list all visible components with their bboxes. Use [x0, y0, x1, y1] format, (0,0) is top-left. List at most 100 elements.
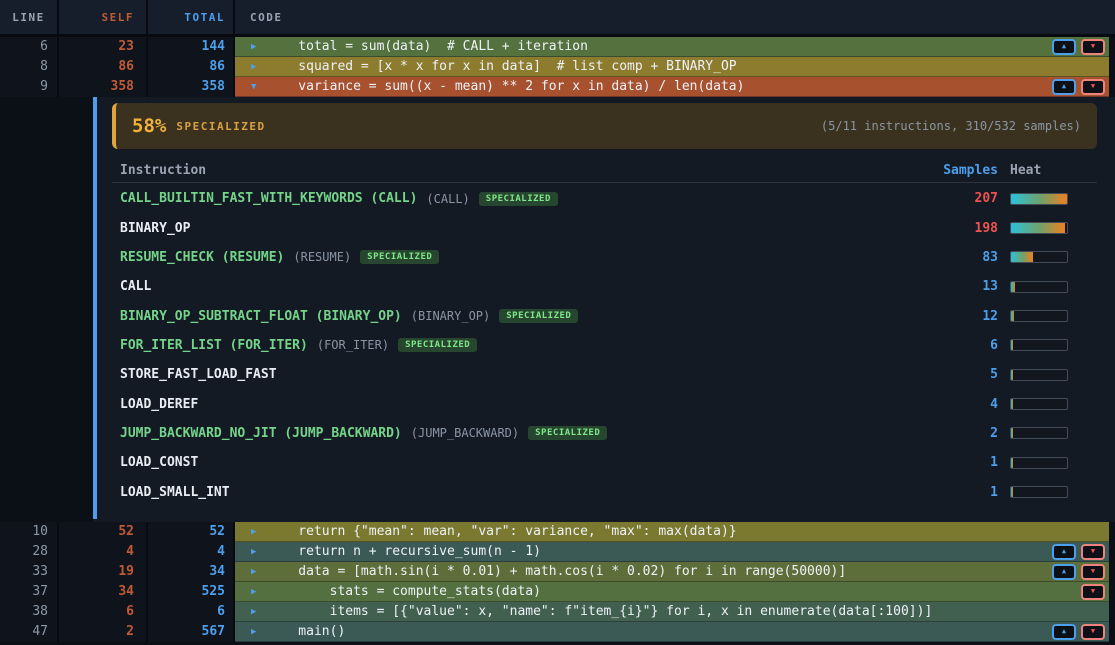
code-row[interactable]: 331934▶ data = [math.sin(i * 0.01) + mat… [0, 562, 1115, 582]
specialized-label: SPECIALIZED [176, 120, 265, 133]
code-row[interactable]: 3734525▶ stats = compute_stats(data)▼ [0, 582, 1115, 602]
code-text: stats = compute_stats(data) [267, 584, 541, 599]
code-cell[interactable]: ▶ squared = [x * x for x in data] # list… [235, 57, 1109, 77]
down-button[interactable]: ▼ [1081, 79, 1105, 95]
code-row[interactable]: 472567▶ main()▲▼ [0, 622, 1115, 642]
specialized-badge: SPECIALIZED [528, 426, 607, 440]
line-number: 9 [0, 77, 59, 97]
heat-bar [1010, 251, 1068, 263]
total-samples: 144 [148, 37, 235, 57]
expand-icon[interactable]: ▶ [251, 627, 265, 637]
code-cell[interactable]: ▶ return n + recursive_sum(n - 1)▲▼ [235, 542, 1109, 562]
expand-icon[interactable]: ▶ [251, 567, 265, 577]
instruction-name-group: LOAD_SMALL_INT [120, 485, 898, 500]
instruction-name: LOAD_DEREF [120, 397, 198, 412]
down-button[interactable]: ▼ [1081, 39, 1105, 55]
code-rows-bottom: 105252▶ return {"mean": mean, "var": var… [0, 522, 1115, 642]
instruction-row: STORE_FAST_LOAD_FAST5 [112, 360, 1097, 389]
row-actions: ▲▼ [1052, 564, 1109, 580]
heat-bar-fill [1011, 223, 1065, 233]
code-cell[interactable]: ▶ stats = compute_stats(data) ▼ [235, 582, 1109, 602]
code-cell[interactable]: ▼ variance = sum((x - mean) ** 2 for x i… [235, 77, 1109, 97]
code-cell[interactable]: ▶ data = [math.sin(i * 0.01) + math.cos(… [235, 562, 1109, 582]
self-samples: 23 [59, 37, 148, 57]
instruction-name-group: FOR_ITER_LIST (FOR_ITER)(FOR_ITER)SPECIA… [120, 338, 898, 353]
base-instruction-name: (CALL) [426, 192, 469, 206]
row-actions: ▲▼ [1052, 544, 1109, 560]
row-actions: ▼ [1081, 584, 1109, 600]
instruction-name: CALL [120, 279, 151, 294]
down-button[interactable]: ▼ [1081, 544, 1105, 560]
instruction-rows: CALL_BUILTIN_FAST_WITH_KEYWORDS (CALL) (C… [112, 184, 1097, 507]
code-row[interactable]: 2844▶ return n + recursive_sum(n - 1)▲▼ [0, 542, 1115, 562]
heat-bar [1010, 427, 1068, 439]
code-text: data = [math.sin(i * 0.01) + math.cos(i … [267, 564, 846, 579]
heat-bar-fill [1011, 458, 1013, 468]
code-text: return n + recursive_sum(n - 1) [267, 544, 541, 559]
samples-count: 1 [898, 485, 998, 500]
instruction-name-group: BINARY_OP [120, 221, 898, 236]
expand-icon[interactable]: ▶ [251, 587, 265, 597]
heat-bar [1010, 193, 1068, 205]
expand-icon[interactable]: ▶ [251, 547, 265, 557]
heat-bar [1010, 398, 1068, 410]
specialized-badge: SPECIALIZED [479, 192, 558, 206]
expand-icon[interactable]: ▶ [251, 62, 265, 72]
expand-icon[interactable]: ▶ [251, 527, 265, 537]
code-row[interactable]: 9358358▼ variance = sum((x - mean) ** 2 … [0, 77, 1115, 97]
down-button[interactable]: ▼ [1081, 564, 1105, 580]
instruction-row: BINARY_OP_SUBTRACT_FLOAT (BINARY_OP)(BIN… [112, 301, 1097, 330]
instruction-row: LOAD_CONST1 [112, 448, 1097, 477]
instruction-name: STORE_FAST_LOAD_FAST [120, 367, 277, 382]
instruction-table-header: Instruction Samples Heat [112, 158, 1097, 183]
code-row[interactable]: 3866▶ items = [{"value": x, "name": f"it… [0, 602, 1115, 622]
self-samples: 6 [59, 602, 148, 622]
specialized-badge: SPECIALIZED [360, 250, 439, 264]
code-row[interactable]: 623144▶ total = sum(data) # CALL + itera… [0, 37, 1115, 57]
samples-count: 6 [898, 338, 998, 353]
code-row[interactable]: 88686▶ squared = [x * x for x in data] #… [0, 57, 1115, 77]
total-samples: 525 [148, 582, 235, 602]
up-button[interactable]: ▲ [1052, 624, 1076, 640]
samples-count: 12 [898, 309, 998, 324]
collapse-icon[interactable]: ▼ [251, 82, 265, 92]
instruction-name: RESUME_CHECK (RESUME) [120, 250, 284, 265]
code-cell[interactable]: ▶ total = sum(data) # CALL + iteration▲▼ [235, 37, 1109, 57]
line-number: 8 [0, 57, 59, 77]
up-button[interactable]: ▲ [1052, 79, 1076, 95]
heat-bar-fill [1011, 487, 1013, 497]
up-button[interactable]: ▲ [1052, 544, 1076, 560]
specialized-badge: SPECIALIZED [398, 338, 477, 352]
down-button[interactable]: ▼ [1081, 584, 1105, 600]
column-header-total: TOTAL [148, 0, 235, 34]
code-cell[interactable]: ▶ return {"mean": mean, "var": variance,… [235, 522, 1109, 542]
heat-bar-fill [1011, 311, 1014, 321]
profiler-window: LINE SELF TOTAL CODE 623144▶ total = sum… [0, 0, 1115, 645]
self-samples: 358 [59, 77, 148, 97]
code-cell[interactable]: ▶ main()▲▼ [235, 622, 1109, 642]
down-button[interactable]: ▼ [1081, 624, 1105, 640]
instruction-name-group: LOAD_DEREF [120, 397, 898, 412]
instruction-name: CALL_BUILTIN_FAST_WITH_KEYWORDS (CALL) [120, 191, 417, 206]
instruction-name: FOR_ITER_LIST (FOR_ITER) [120, 338, 308, 353]
instruction-row: LOAD_DEREF4 [112, 389, 1097, 418]
up-button[interactable]: ▲ [1052, 39, 1076, 55]
row-actions: ▲▼ [1052, 39, 1109, 55]
code-text: variance = sum((x - mean) ** 2 for x in … [267, 79, 744, 94]
instruction-row: CALL13 [112, 272, 1097, 301]
row-actions: ▲▼ [1052, 79, 1109, 95]
expand-icon[interactable]: ▶ [251, 42, 265, 52]
self-samples: 4 [59, 542, 148, 562]
expand-icon[interactable]: ▶ [251, 607, 265, 617]
samples-count: 83 [898, 250, 998, 265]
up-button[interactable]: ▲ [1052, 564, 1076, 580]
code-row[interactable]: 105252▶ return {"mean": mean, "var": var… [0, 522, 1115, 542]
instruction-name-group: CALL [120, 279, 898, 294]
samples-count: 207 [898, 191, 998, 206]
code-cell[interactable]: ▶ items = [{"value": x, "name": f"item_{… [235, 602, 1109, 622]
column-header-code: CODE [235, 0, 1115, 34]
expansion-indicator-line [93, 97, 97, 519]
self-samples: 19 [59, 562, 148, 582]
heat-bar [1010, 310, 1068, 322]
base-instruction-name: (RESUME) [293, 250, 351, 264]
